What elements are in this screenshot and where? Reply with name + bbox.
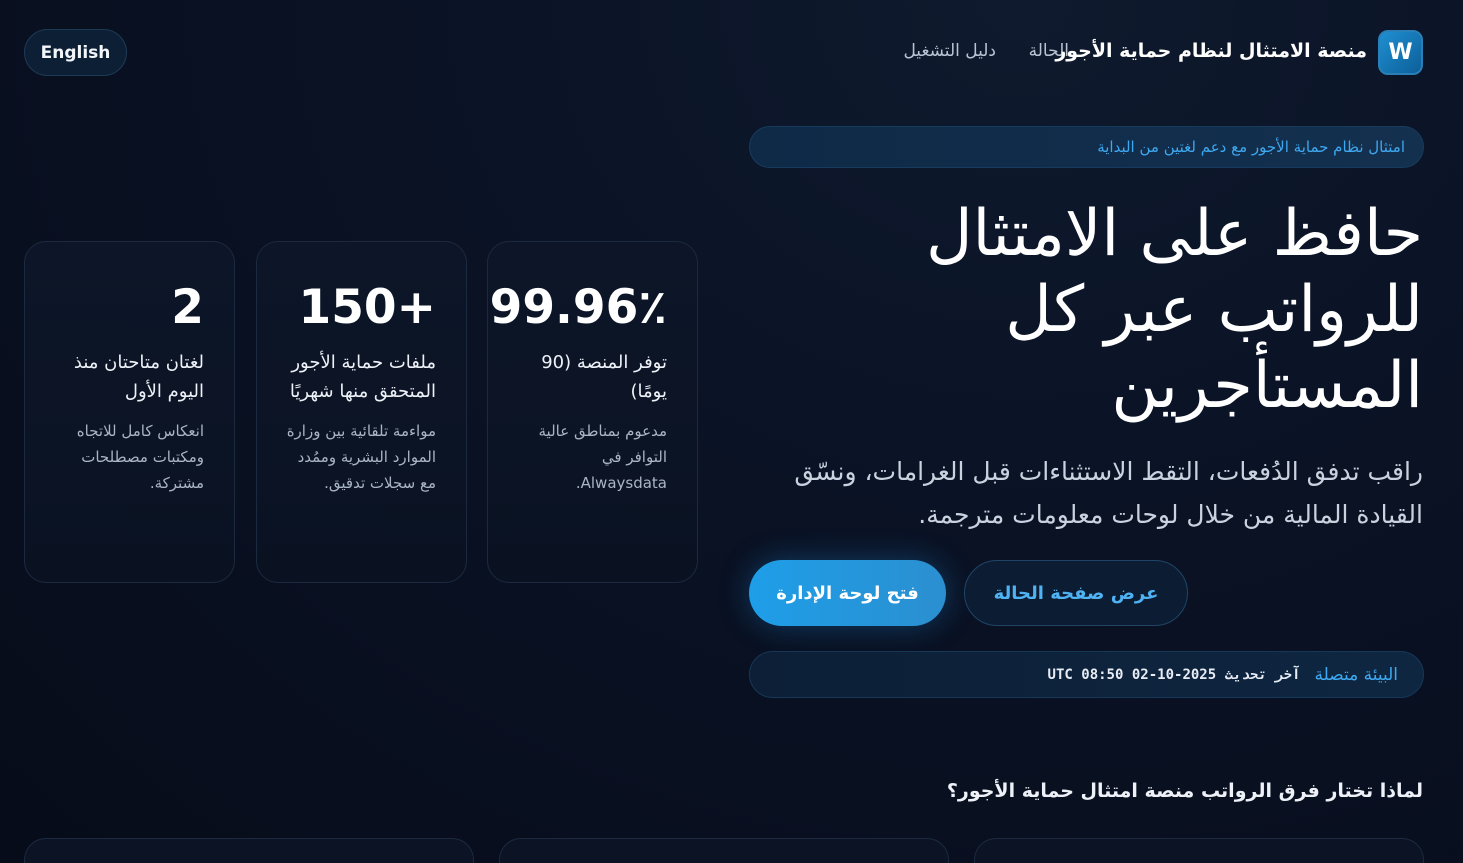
language-toggle-button[interactable]: English: [24, 29, 127, 76]
stat-label: توفر المنصة (90 يومًا): [541, 352, 667, 402]
stat-card-languages: 2 لغتان متاحتان منذ اليوم الأول انعكاس ك…: [24, 241, 235, 583]
feature-card: [24, 838, 474, 863]
hero-subtitle: راقب تدفق الدُفعات، التقط الاستثناءات قب…: [794, 457, 1423, 529]
brand-logo-icon[interactable]: W: [1378, 30, 1423, 75]
feature-card: [974, 838, 1424, 863]
brand-name[interactable]: منصة الامتثال لنظام حماية الأجور: [1055, 40, 1367, 62]
stat-description: مدعوم بمناطق عالية التوافر في Alwaysdata…: [538, 422, 667, 492]
stat-value: 99.96٪: [489, 280, 667, 335]
feature-card: [499, 838, 949, 863]
stat-card-uptime: 99.96٪ توفر المنصة (90 يومًا) مدعوم بمنا…: [487, 241, 698, 583]
why-section-title: لماذا تختار فرق الرواتب منصة امتثال حماي…: [946, 780, 1423, 802]
stat-description: مواءمة تلقائية بين وزارة الموارد البشرية…: [286, 422, 436, 492]
hero-title: حافظ على الامتثال للرواتب عبر كل المستأج…: [926, 197, 1423, 423]
stat-card-wps-files: +150 ملفات حماية الأجور المتحقق منها شهر…: [256, 241, 467, 583]
nav-link-guide[interactable]: دليل التشغيل: [903, 41, 996, 61]
stat-value: 2: [171, 280, 204, 335]
last-update-timestamp: آخر تحديث 2025-10-02 08:50 UTC: [1047, 666, 1301, 683]
top-header: English دليل التشغيل الحالة منصة الامتثا…: [0, 0, 1463, 104]
view-status-page-button[interactable]: عرض صفحة الحالة: [964, 560, 1188, 626]
hero-badge: امتثال نظام حماية الأجور مع دعم لغتين من…: [749, 126, 1424, 168]
stat-value: +150: [298, 280, 437, 335]
stat-label: ملفات حماية الأجور المتحقق منها شهريًا: [289, 352, 436, 402]
environment-status-bar: البيئة متصلة آخر تحديث 2025-10-02 08:50 …: [749, 651, 1424, 698]
environment-status: البيئة متصلة: [1314, 664, 1398, 685]
landing-page: English دليل التشغيل الحالة منصة الامتثا…: [0, 0, 1463, 863]
stat-description: انعكاس كامل للاتجاه ومكتبات مصطلحات مشتر…: [76, 422, 204, 492]
stat-label: لغتان متاحتان منذ اليوم الأول: [73, 352, 204, 402]
open-admin-dashboard-button[interactable]: فتح لوحة الإدارة: [749, 560, 946, 626]
